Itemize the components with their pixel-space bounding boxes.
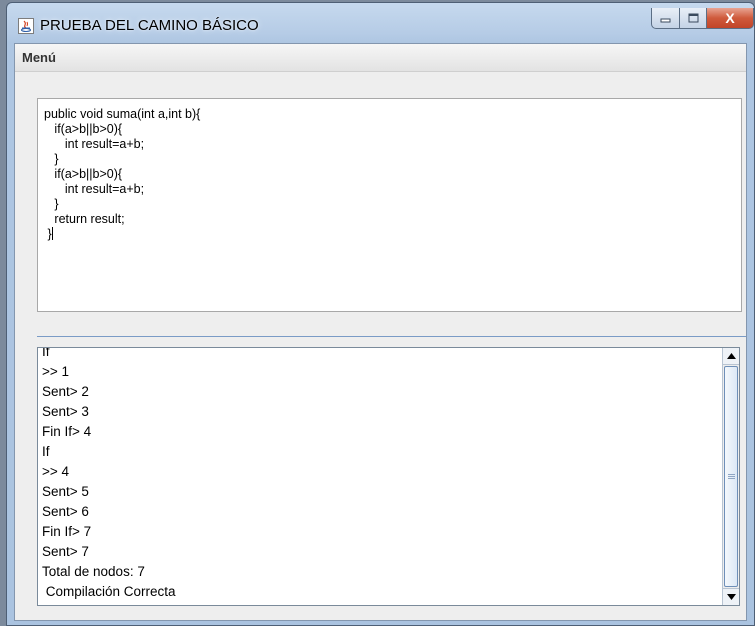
output-line: If xyxy=(42,347,50,359)
code-line: int result=a+b; xyxy=(44,137,145,151)
output-line: Total de nodos: 7 xyxy=(42,564,145,579)
scrollbar-thumb[interactable] xyxy=(724,366,738,587)
output-line: Sent> 6 xyxy=(42,504,89,519)
code-line-last: } xyxy=(44,227,741,242)
output-line: >> 1 xyxy=(42,364,70,379)
code-editor[interactable]: public void suma(int a,int b){ if(a>b||b… xyxy=(37,98,742,312)
app-window: PRUEBA DEL CAMINO BÁSICO X Menú public v… xyxy=(6,2,755,626)
scroll-up-button[interactable] xyxy=(723,348,739,365)
code-line: if(a>b||b>0){ xyxy=(44,122,123,136)
client-area: Menú public void suma(int a,int b){ if(a… xyxy=(14,43,747,621)
output-line: Sent> 7 xyxy=(42,544,89,559)
minimize-icon xyxy=(660,18,671,22)
output-line: Compilación Correcta xyxy=(42,584,176,599)
panel-divider[interactable] xyxy=(37,336,746,337)
output-line: Sent> 5 xyxy=(42,484,89,499)
menu-bar: Menú xyxy=(15,44,746,72)
minimize-button[interactable] xyxy=(651,8,680,29)
output-line: If xyxy=(42,444,50,459)
close-button[interactable]: X xyxy=(707,8,754,29)
text-caret xyxy=(51,227,53,240)
vertical-scrollbar[interactable] xyxy=(722,348,739,605)
caption-buttons: X xyxy=(651,8,754,29)
output-line: Sent> 3 xyxy=(42,404,89,419)
menu-item-menu[interactable]: Menú xyxy=(22,50,56,65)
output-line: Sent> 2 xyxy=(42,384,89,399)
maximize-icon xyxy=(688,13,698,23)
window-title: PRUEBA DEL CAMINO BÁSICO xyxy=(40,17,259,34)
output-line: Fin If> 4 xyxy=(42,424,92,439)
code-text[interactable]: public void suma(int a,int b){ if(a>b||b… xyxy=(38,99,741,242)
java-app-icon[interactable] xyxy=(18,18,34,34)
scroll-up-arrow-icon xyxy=(726,353,736,359)
code-line: public void suma(int a,int b){ xyxy=(44,107,201,121)
code-line: } xyxy=(44,197,59,211)
output-text: If >> 1 Sent> 2 Sent> 3 Fin If> 4 If >> … xyxy=(42,347,721,602)
code-line: int result=a+b; xyxy=(44,182,145,196)
output-line: >> 4 xyxy=(42,464,70,479)
output-line: Fin If> 7 xyxy=(42,524,92,539)
code-line: return result; xyxy=(44,212,125,226)
scrollbar-grip-icon xyxy=(727,474,735,479)
output-console[interactable]: If >> 1 Sent> 2 Sent> 3 Fin If> 4 If >> … xyxy=(37,347,740,606)
title-bar[interactable]: PRUEBA DEL CAMINO BÁSICO X xyxy=(7,3,754,43)
maximize-button[interactable] xyxy=(680,8,707,29)
scroll-down-arrow-icon xyxy=(726,594,736,600)
close-icon: X xyxy=(725,10,735,26)
code-line-text: } xyxy=(44,227,52,241)
code-line: if(a>b||b>0){ xyxy=(44,167,123,181)
code-line: } xyxy=(44,152,59,166)
scroll-down-button[interactable] xyxy=(723,588,739,605)
